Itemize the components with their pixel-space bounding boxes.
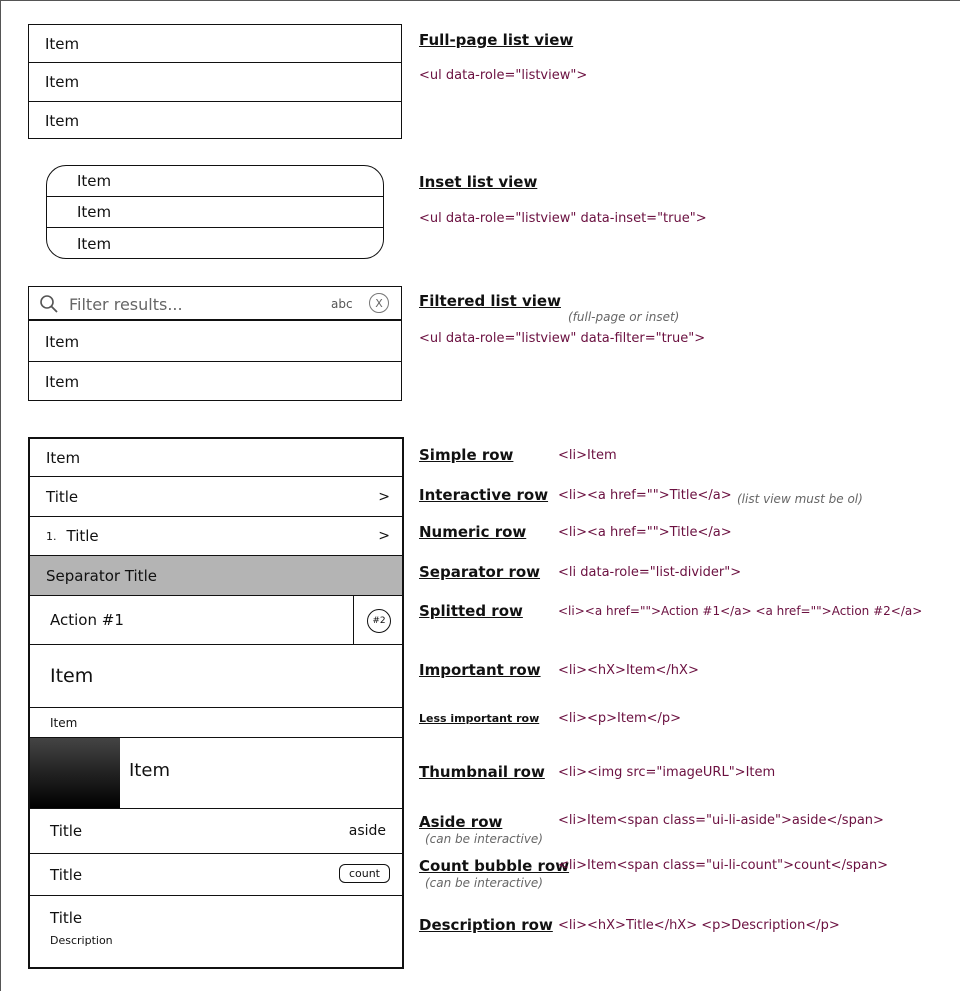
splitted-row: Action #1 #2 bbox=[30, 596, 402, 645]
split-action-primary[interactable]: Action #1 bbox=[30, 611, 124, 629]
less-important-row: Item bbox=[30, 708, 402, 738]
simple-row: Item bbox=[30, 439, 402, 477]
list-item[interactable]: Item bbox=[29, 25, 401, 63]
inset-code: <ul data-role="listview" data-inset="tru… bbox=[419, 211, 707, 226]
list-item[interactable]: Item bbox=[29, 322, 401, 362]
count-row-note: (can be interactive) bbox=[425, 876, 543, 890]
list-item[interactable]: Item bbox=[47, 166, 383, 197]
item-label: Item bbox=[77, 203, 112, 221]
interactive-row-label: Title bbox=[46, 487, 79, 506]
splitted-row-code: <li><a href="">Action #1</a> <a href="">… bbox=[558, 604, 923, 618]
count-bubble-row: Title count bbox=[30, 854, 402, 896]
description-row-code: <li><hX>Title</hX> <p>Description</p> bbox=[558, 918, 840, 933]
separator-row-heading: Separator row bbox=[419, 563, 541, 581]
chevron-right-icon: > bbox=[378, 528, 390, 544]
list-item[interactable]: Item bbox=[47, 228, 383, 258]
aside-row: Title aside bbox=[30, 809, 402, 854]
numeric-row-label: Title bbox=[66, 527, 99, 545]
aside-row-code: <li>Item<span class="ui-li-aside">aside<… bbox=[558, 813, 884, 828]
search-input[interactable]: Filter results... bbox=[69, 295, 183, 314]
separator-row-label: Separator Title bbox=[46, 566, 157, 585]
list-item[interactable]: Item bbox=[29, 362, 401, 401]
inset-heading: Inset list view bbox=[419, 173, 538, 191]
keyboard-indicator: abc bbox=[331, 297, 353, 311]
full-page-heading: Full-page list view bbox=[419, 31, 574, 49]
item-label: Item bbox=[77, 234, 112, 253]
interactive-row-heading: Interactive row bbox=[419, 486, 549, 504]
chevron-right-icon: > bbox=[378, 488, 390, 505]
less-important-code: <li><p>Item</p> bbox=[558, 711, 682, 726]
count-bubble: count bbox=[338, 864, 390, 883]
thumbnail-row-label: Item bbox=[129, 760, 170, 781]
filtered-list: Filter results... abc X Item Item bbox=[28, 286, 402, 401]
split-action-secondary[interactable]: #2 bbox=[367, 609, 391, 633]
list-item[interactable]: Item bbox=[47, 197, 383, 228]
interactive-row[interactable]: Title > bbox=[30, 477, 402, 517]
description-row-title: Title bbox=[50, 909, 83, 927]
simple-row-heading: Simple row bbox=[419, 446, 514, 464]
item-label: Item bbox=[45, 73, 80, 91]
thumbnail-row-code: <li><img src="imageURL">Item bbox=[558, 765, 776, 780]
important-row: Item bbox=[30, 645, 402, 708]
separator-row: Separator Title bbox=[30, 556, 402, 596]
full-page-list: Item Item Item bbox=[28, 24, 402, 139]
clear-icon[interactable]: X bbox=[369, 293, 389, 313]
aside-row-heading: Aside row bbox=[419, 813, 503, 831]
interactive-row-code: <li><a href="">Title</a> bbox=[558, 488, 732, 503]
important-row-code: <li><hX>Item</hX> bbox=[558, 663, 699, 678]
less-important-label: Item bbox=[50, 715, 78, 730]
filtered-heading: Filtered list view bbox=[419, 292, 561, 310]
aside-row-note: (can be interactive) bbox=[425, 832, 543, 846]
simple-row-code: <li>Item bbox=[558, 448, 617, 463]
count-row-label: Title bbox=[50, 865, 83, 884]
separator-row-code: <li data-role="list-divider"> bbox=[558, 565, 742, 580]
search-icon bbox=[39, 294, 59, 318]
item-label: Item bbox=[45, 372, 80, 391]
item-label: Item bbox=[77, 172, 112, 190]
interactive-row-note: (list view must be ol) bbox=[737, 492, 863, 506]
description-row: Title Description bbox=[30, 896, 402, 967]
thumbnail-row-heading: Thumbnail row bbox=[419, 763, 545, 781]
important-row-label: Item bbox=[50, 665, 94, 687]
splitted-row-heading: Splitted row bbox=[419, 602, 523, 620]
description-row-text: Description bbox=[50, 934, 113, 947]
item-label: Item bbox=[45, 111, 80, 130]
filtered-note: (full-page or inset) bbox=[568, 310, 680, 324]
aside-text: aside bbox=[348, 823, 386, 839]
item-label: Item bbox=[45, 34, 80, 53]
list-item[interactable]: Item bbox=[29, 63, 401, 102]
full-page-code: <ul data-role="listview"> bbox=[419, 68, 588, 83]
numeric-row-code: <li><a href="">Title</a> bbox=[558, 525, 732, 540]
important-row-heading: Important row bbox=[419, 661, 541, 679]
description-row-heading: Description row bbox=[419, 916, 553, 934]
numeric-row-number: 1. bbox=[46, 529, 57, 543]
simple-row-label: Item bbox=[46, 448, 81, 467]
filtered-code: <ul data-role="listview" data-filter="tr… bbox=[419, 331, 706, 346]
count-row-code: <li>Item<span class="ui-li-count">count<… bbox=[558, 858, 889, 873]
item-label: Item bbox=[45, 332, 80, 351]
filter-bar: Filter results... abc X bbox=[29, 287, 401, 321]
thumbnail-row: Item bbox=[30, 738, 402, 809]
thumbnail-image bbox=[30, 738, 120, 808]
count-row-heading: Count bubble row bbox=[419, 857, 570, 875]
list-item[interactable]: Item bbox=[29, 102, 401, 139]
less-important-heading: Less important row bbox=[419, 712, 540, 725]
numeric-row-heading: Numeric row bbox=[419, 523, 527, 541]
aside-row-label: Title bbox=[50, 822, 83, 840]
split-divider bbox=[353, 596, 354, 644]
inset-list: Item Item Item bbox=[46, 165, 384, 259]
row-types-list: Item Title > 1. Title > Separator Title … bbox=[28, 437, 404, 969]
numeric-row[interactable]: 1. Title > bbox=[30, 517, 402, 556]
